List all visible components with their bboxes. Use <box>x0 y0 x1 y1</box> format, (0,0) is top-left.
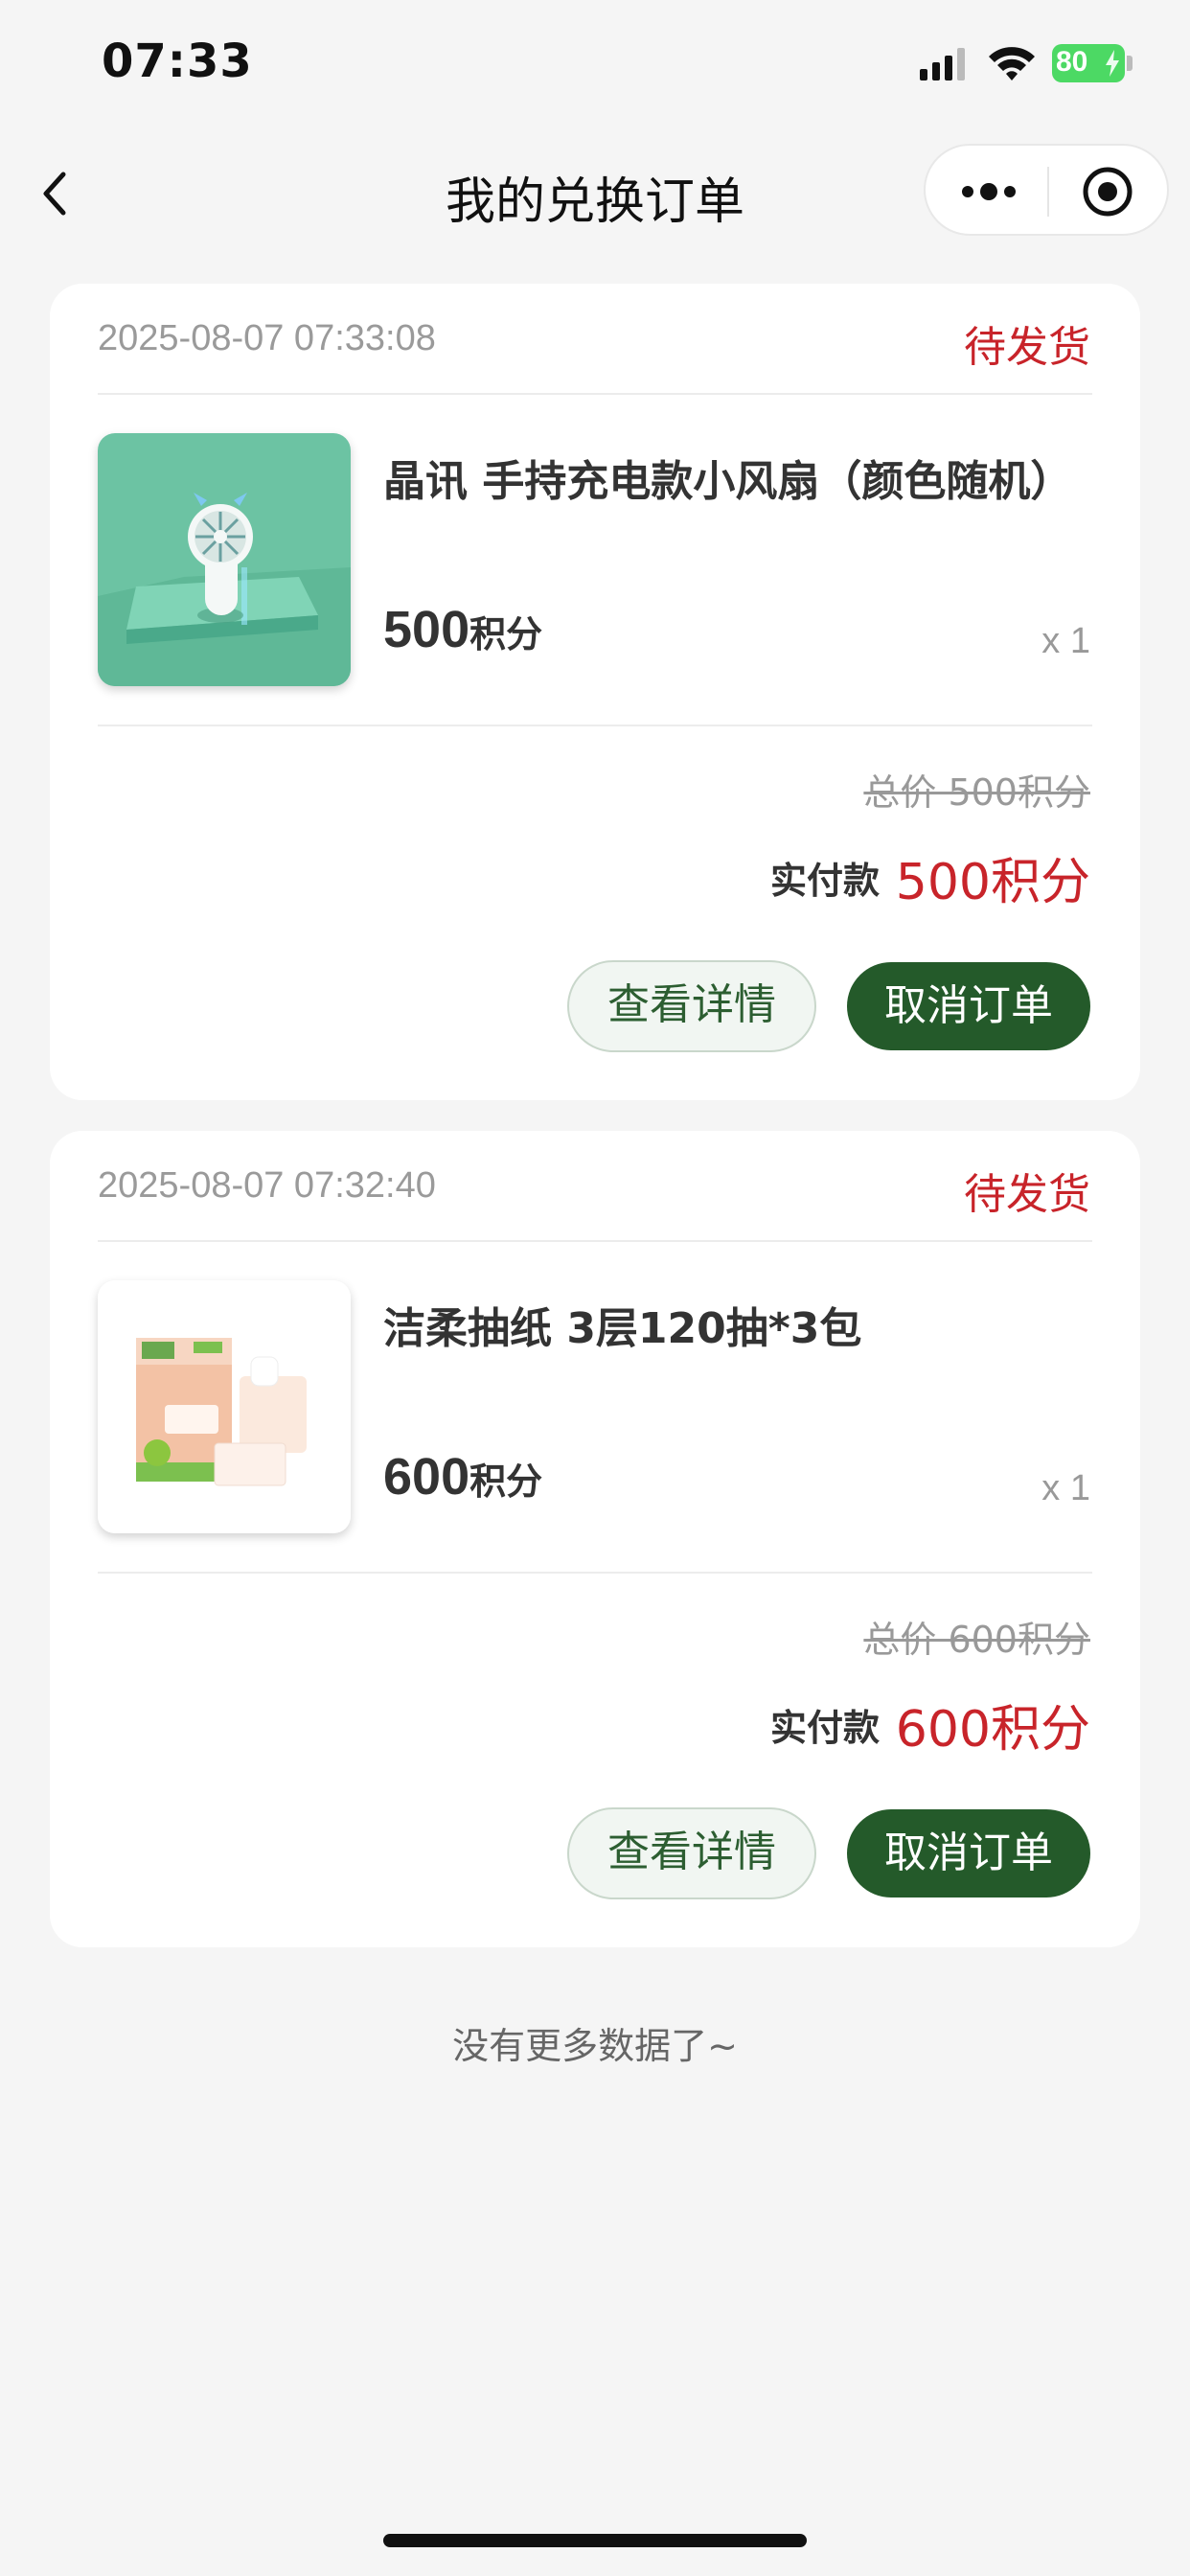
status-bar: 07:33 80 <box>0 0 1190 134</box>
price-number: 600 <box>383 1448 470 1506</box>
cancel-order-button[interactable]: 取消订单 <box>847 1809 1090 1898</box>
price-number: 500 <box>383 601 470 658</box>
battery-tip <box>1127 56 1133 71</box>
price-unit: 积分 <box>469 613 543 656</box>
divider <box>98 724 1092 726</box>
order-time: 2025-08-07 07:33:08 <box>98 318 436 358</box>
divider <box>98 1240 1092 1242</box>
paid-value: 600积分 <box>895 1701 1090 1759</box>
order-card: 2025-08-07 07:33:08 待发货 晶讯 手持充电款小风扇（颜色随机… <box>50 284 1140 1100</box>
product-price: 600积分 <box>383 1447 542 1506</box>
wifi-icon <box>989 47 1035 80</box>
total-price: 总价 500积分 <box>863 771 1090 814</box>
battery-indicator: 80 <box>1052 44 1125 82</box>
order-status: 待发货 <box>964 323 1090 372</box>
order-time: 2025-08-07 07:32:40 <box>98 1165 436 1206</box>
divider <box>98 393 1092 395</box>
signal-icon <box>920 48 965 80</box>
nav-bar: 我的兑换订单 <box>0 134 1190 253</box>
status-time: 07:33 <box>102 34 253 88</box>
paid-value: 500积分 <box>895 854 1090 911</box>
capsule-divider <box>1047 167 1049 217</box>
more-dots-icon[interactable] <box>958 172 1019 211</box>
paid-label: 实付款 <box>769 860 880 902</box>
charging-bolt-icon <box>1106 50 1119 77</box>
divider <box>98 1572 1092 1574</box>
product-quantity: x 1 <box>1041 621 1090 661</box>
view-details-button[interactable]: 查看详情 <box>567 1807 816 1899</box>
paid-label: 实付款 <box>769 1707 880 1749</box>
order-status: 待发货 <box>964 1170 1090 1219</box>
price-unit: 积分 <box>469 1460 543 1503</box>
product-image[interactable] <box>98 433 351 686</box>
no-more-data-text: 没有更多数据了~ <box>452 2025 738 2067</box>
mini-fan-icon <box>98 433 351 686</box>
product-name: 洁柔抽纸 3层120抽*3包 <box>383 1304 862 1353</box>
view-details-button[interactable]: 查看详情 <box>567 960 816 1052</box>
product-name: 晶讯 手持充电款小风扇（颜色随机） <box>383 457 1073 506</box>
cancel-order-button[interactable]: 取消订单 <box>847 962 1090 1050</box>
tissue-pack-icon <box>98 1280 351 1533</box>
product-price: 500积分 <box>383 600 542 659</box>
battery-level: 80 <box>1056 46 1088 78</box>
order-card: 2025-08-07 07:32:40 待发货 洁柔抽纸 3层120抽*3包 6… <box>50 1131 1140 1947</box>
product-image[interactable] <box>98 1280 351 1533</box>
close-target-icon[interactable] <box>1079 163 1136 220</box>
product-quantity: x 1 <box>1041 1468 1090 1508</box>
home-indicator[interactable] <box>383 2534 807 2547</box>
total-price: 总价 600积分 <box>863 1619 1090 1661</box>
mini-program-capsule <box>924 144 1169 236</box>
